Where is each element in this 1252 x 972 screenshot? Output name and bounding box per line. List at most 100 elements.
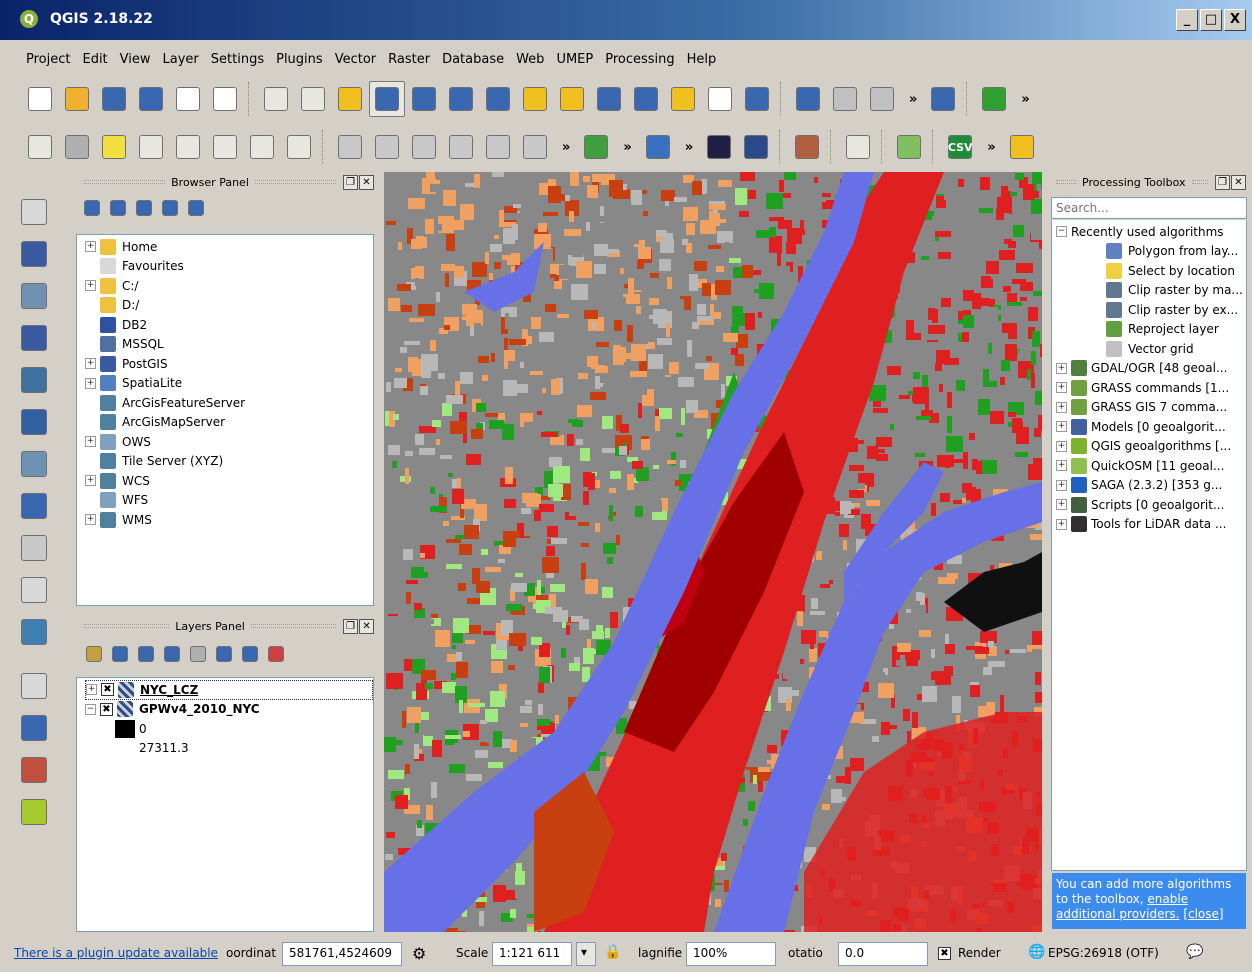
add-group-icon[interactable] <box>112 646 128 662</box>
recent-algorithm-item[interactable]: Clip raster by ma... <box>1056 281 1246 301</box>
toggle-extents-icon[interactable]: ⚙ <box>412 944 426 963</box>
arrow-cursor-button[interactable] <box>14 792 54 832</box>
float-panel-button[interactable]: ❐ <box>1215 174 1230 190</box>
new-print-composer-button[interactable] <box>170 81 206 117</box>
recent-algorithm-item[interactable]: Clip raster by ex... <box>1056 300 1246 320</box>
label-highlight-button[interactable] <box>96 129 132 165</box>
close-info-link[interactable]: [close] <box>1183 907 1223 921</box>
toolbar-overflow-button[interactable]: » <box>562 140 570 155</box>
expand-icon[interactable]: + <box>85 475 96 487</box>
menu-web[interactable]: Web <box>510 48 550 74</box>
identify-button[interactable] <box>790 81 826 117</box>
add-wms-layer-button[interactable] <box>14 360 54 400</box>
zoom-last-button[interactable] <box>591 81 627 117</box>
menu-processing[interactable]: Processing <box>599 48 680 74</box>
diamond-button[interactable] <box>738 129 774 165</box>
label-pin-button[interactable] <box>59 129 95 165</box>
visibility-icon[interactable] <box>138 646 154 662</box>
expand-icon[interactable] <box>85 319 96 331</box>
zoom-native-button[interactable] <box>443 81 479 117</box>
expand-icon[interactable]: + <box>86 684 97 696</box>
expand-icon[interactable] <box>85 338 96 350</box>
help-button[interactable] <box>925 81 961 117</box>
filter-icon[interactable] <box>136 200 152 216</box>
lock-scale-icon[interactable]: 🔒 <box>604 944 621 960</box>
save-as-button[interactable] <box>133 81 169 117</box>
new-project-button[interactable] <box>22 81 58 117</box>
menu-database[interactable]: Database <box>436 48 510 74</box>
zoom-in-button[interactable] <box>369 81 405 117</box>
collapse-all-icon[interactable] <box>242 646 258 662</box>
rotation-spinbox[interactable]: 0.0 <box>838 942 928 966</box>
refresh-button[interactable] <box>739 81 775 117</box>
provider-item[interactable]: + Scripts [0 geoalgorit... <box>1056 495 1246 515</box>
plugin-update-link[interactable]: There is a plugin update available <box>14 946 218 960</box>
layer-visibility-checkbox[interactable]: ✖ <box>100 702 113 716</box>
add-wcs-layer-button[interactable] <box>14 402 54 442</box>
csv-button[interactable]: CSV <box>942 129 978 165</box>
new-shapefile-button[interactable] <box>14 486 54 526</box>
expand-icon[interactable]: + <box>1056 518 1067 530</box>
menu-project[interactable]: Project <box>20 48 76 74</box>
minimize-button[interactable]: _ <box>1176 9 1198 31</box>
menu-raster[interactable]: Raster <box>382 48 436 74</box>
expand-icon[interactable]: + <box>1056 382 1067 394</box>
new-bookmark-button[interactable] <box>702 81 738 117</box>
provider-item[interactable]: + QuickOSM [11 geoal... <box>1056 456 1246 476</box>
layer-row[interactable]: + ✖ NYC_LCZ <box>85 680 373 700</box>
expand-icon[interactable]: + <box>85 514 96 526</box>
expand-icon[interactable] <box>85 397 96 409</box>
browser-item[interactable]: + PostGIS <box>85 354 373 374</box>
menu-umep[interactable]: UMEP <box>550 48 599 74</box>
provider-item[interactable]: + Models [0 geoalgorit... <box>1056 417 1246 437</box>
recent-algorithm-item[interactable]: Polygon from lay... <box>1056 242 1246 262</box>
expand-icon[interactable]: + <box>1056 401 1067 413</box>
float-panel-button[interactable]: ❐ <box>343 174 358 190</box>
raster-map[interactable] <box>384 172 1042 932</box>
save-edits-button[interactable] <box>406 129 442 165</box>
filter-expression-icon[interactable] <box>190 646 206 662</box>
zoom-out-button[interactable] <box>406 81 442 117</box>
add-vector-layer-button[interactable] <box>14 192 54 232</box>
menu-vector[interactable]: Vector <box>329 48 382 74</box>
expand-all-icon[interactable] <box>216 646 232 662</box>
profile-button[interactable] <box>840 129 876 165</box>
browser-item[interactable]: ArcGisMapServer <box>85 413 373 433</box>
add-selected-icon[interactable] <box>84 200 100 216</box>
zoom-to-layer-button[interactable] <box>554 81 590 117</box>
expand-icon[interactable]: + <box>85 436 96 448</box>
browser-item[interactable]: D:/ <box>85 296 373 316</box>
select-features-button[interactable] <box>864 81 900 117</box>
node-tool-button[interactable] <box>480 129 516 165</box>
label-abc2-button[interactable] <box>281 129 317 165</box>
expand-icon[interactable]: + <box>85 280 96 292</box>
coordinate-field[interactable]: 581761,4524609 <box>282 942 402 966</box>
zoom-next-button[interactable] <box>628 81 664 117</box>
plugin-green-button[interactable] <box>976 81 1012 117</box>
expand-icon[interactable]: + <box>1056 460 1067 472</box>
scale-dropdown-icon[interactable]: ▾ <box>576 942 596 966</box>
offline-editing-button[interactable] <box>14 708 54 748</box>
expand-icon[interactable] <box>85 416 96 428</box>
toggle-edit-button[interactable] <box>369 129 405 165</box>
browser-item[interactable]: + WCS <box>85 471 373 491</box>
browser-item[interactable]: ArcGisFeatureServer <box>85 393 373 413</box>
zoom-full-button[interactable] <box>480 81 516 117</box>
provider-item[interactable]: + GRASS commands [1... <box>1056 378 1246 398</box>
remove-layer-icon[interactable] <box>268 646 284 662</box>
save-project-button[interactable] <box>96 81 132 117</box>
browser-item[interactable]: Tile Server (XYZ) <box>85 452 373 472</box>
toolbar-overflow-button[interactable]: » <box>623 140 631 155</box>
virtual-layer-button[interactable] <box>14 750 54 790</box>
crs-button[interactable]: EPSG:26918 (OTF) <box>1048 946 1159 960</box>
float-panel-button[interactable]: ❐ <box>343 618 359 634</box>
add-raster-layer-button[interactable] <box>14 234 54 274</box>
menu-settings[interactable]: Settings <box>205 48 270 74</box>
composer-manager-button[interactable] <box>207 81 243 117</box>
browser-item[interactable]: + SpatiaLite <box>85 374 373 394</box>
label-rotate-button[interactable] <box>207 129 243 165</box>
close-panel-button[interactable]: ✕ <box>359 174 374 190</box>
menu-layer[interactable]: Layer <box>157 48 205 74</box>
histogram-button[interactable] <box>578 129 614 165</box>
recent-algorithms-group[interactable]: − Recently used algorithms <box>1056 222 1246 242</box>
